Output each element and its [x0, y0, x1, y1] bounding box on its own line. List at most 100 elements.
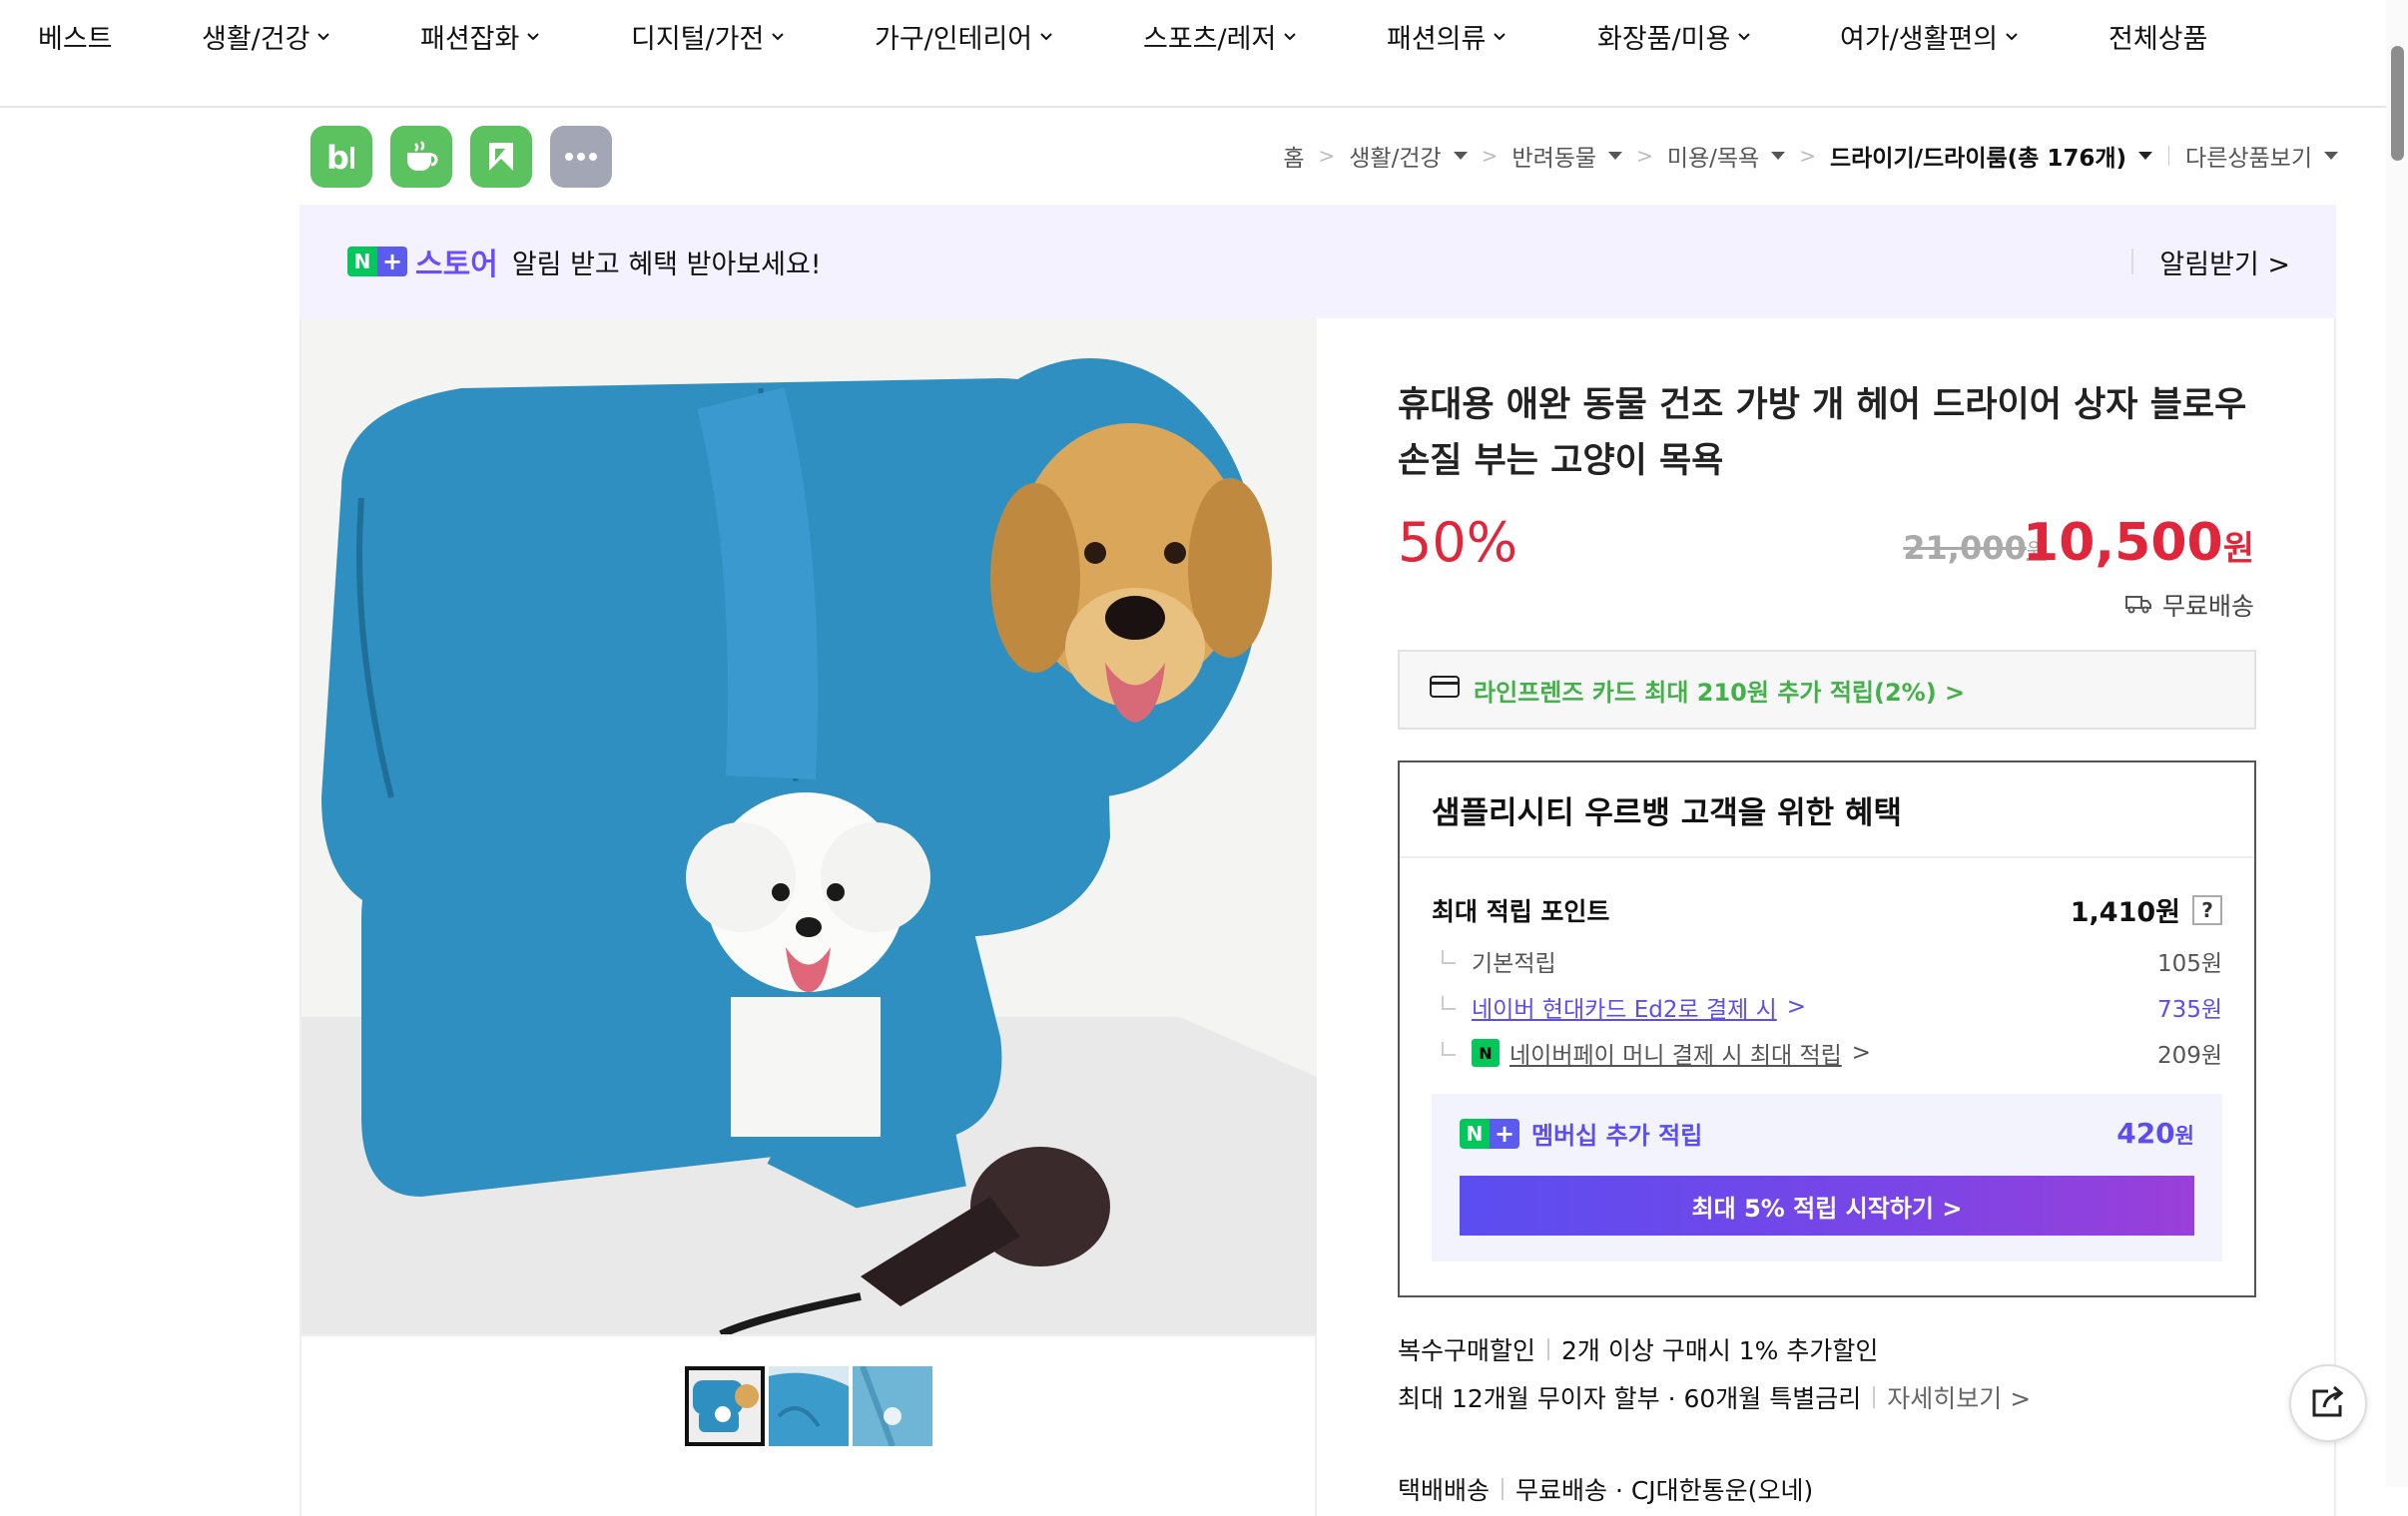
chevron-down-icon [2004, 28, 2020, 44]
crumb-separator: > [1318, 144, 1336, 168]
card-benefit-link[interactable]: 라인프렌즈 카드 최대 210원 추가 적립(2%) > [1398, 650, 2256, 730]
nplus-n: N [1460, 1118, 1490, 1149]
nplus-plus: + [1490, 1118, 1519, 1149]
nav-item-leisure[interactable]: 여가/생활편의 [1840, 14, 2020, 58]
nav-item-beauty[interactable]: 화장품/미용 [1597, 14, 1752, 58]
crumb-label: 생활/건강 [1349, 146, 1442, 172]
help-icon[interactable]: ? [2192, 894, 2222, 925]
installment-info: 최대 12개월 무이자 할부 · 60개월 특별금리 자세히보기 > [1398, 1379, 2031, 1415]
membership-unit: 원 [2174, 1124, 2194, 1148]
alarm-subscribe-button[interactable]: 알림받기 > [2131, 205, 2290, 318]
nav-label: 베스트 [38, 23, 113, 55]
crumb-divider [2168, 146, 2170, 166]
benefit-box: 샘플리시티 우르뱅 고객을 위한 혜택 최대 적립 포인트 1,410원? 기본… [1398, 760, 2256, 1297]
max-points-row: 최대 적립 포인트 1,410원? [1432, 890, 2222, 929]
alarm-subscribe-label: 알림받기 > [2159, 249, 2290, 280]
points-row-basic: 기본적립 105원 [1432, 944, 2222, 978]
other-products-button[interactable]: 다른상품보기 [2185, 139, 2338, 173]
blog-icon[interactable] [470, 126, 532, 188]
membership-box: N + 멤버십 추가 적립 420원 최대 5% 적립 시작하기 > [1432, 1094, 2222, 1262]
naverpay-icon: N [1472, 1039, 1500, 1067]
divider [1502, 1478, 1505, 1500]
tree-corner-icon [1442, 1042, 1456, 1056]
banner-text: 알림 받고 혜택 받아보세요! [511, 249, 822, 280]
product-title: 휴대용 애완 동물 건조 가방 개 헤어 드라이어 상자 블로우 손질 부는 고… [1398, 385, 2247, 481]
nav-label: 가구/인테리어 [875, 23, 1033, 55]
nplus-n: N [347, 247, 377, 276]
crumb-separator: > [1481, 144, 1499, 168]
crumb-separator: > [1636, 144, 1653, 168]
chevron-right-icon: > [1851, 1040, 1872, 1066]
crumb-separator: > [1799, 144, 1816, 168]
crumb-label: 반려동물 [1511, 146, 1597, 172]
points-row-value: 105원 [2156, 951, 2222, 977]
caret-down-icon [2324, 152, 2338, 160]
membership-value: 420원 [2116, 1117, 2194, 1150]
hyundai-card-link[interactable]: 네이버 현대카드 Ed2로 결제 시 [1472, 990, 1777, 1024]
cafe-icon[interactable] [390, 126, 452, 188]
sale-price-unit: 원 [2222, 529, 2254, 569]
breadcrumb-home[interactable]: 홈 [1283, 139, 1304, 173]
caret-down-icon [2138, 152, 2153, 160]
product-main-image[interactable] [301, 318, 1317, 1334]
membership-label: 멤버십 추가 적립 [1531, 1122, 1703, 1150]
caret-down-icon [1771, 152, 1786, 160]
chevron-down-icon [1282, 28, 1298, 44]
nav-label: 디지털/가전 [631, 23, 765, 55]
divider [1547, 1338, 1550, 1360]
svg-text:b: b [326, 139, 349, 175]
breadcrumb-dryer[interactable]: 드라이기/드라이룸(총 176개) [1830, 139, 2153, 173]
points-row-value: 209원 [2156, 1043, 2222, 1069]
nav-item-digital[interactable]: 디지털/가전 [631, 14, 786, 58]
max-points-value: 1,410원 [2070, 897, 2180, 928]
max-points-value-wrap: 1,410원? [2071, 890, 2222, 929]
thumbnail-2[interactable] [769, 1366, 849, 1446]
page-scrollbar[interactable] [2386, 0, 2408, 1487]
chevron-down-icon [1736, 28, 1752, 44]
breadcrumb-grooming[interactable]: 미용/목욕 [1666, 139, 1786, 173]
points-row-hyundai-card: 네이버 현대카드 Ed2로 결제 시 > 735원 [1432, 990, 2222, 1024]
nplus-plus: + [377, 247, 407, 276]
nav-label: 화장품/미용 [1597, 23, 1731, 55]
crumb-label: 다른상품보기 [2185, 146, 2312, 172]
breadcrumb: 홈 > 생활/건강 > 반려동물 > 미용/목욕 > 드라이기/드라이룸(총 1… [1283, 138, 2338, 174]
more-icon[interactable] [550, 126, 612, 188]
breadcrumb-pets[interactable]: 반려동물 [1511, 139, 1623, 173]
image-column [300, 318, 1317, 1516]
sale-price: 10,500원 [2023, 513, 2254, 573]
tree-corner-icon [1442, 950, 1456, 964]
delivery-truck-icon [2124, 591, 2152, 620]
nav-item-best[interactable]: 베스트 [38, 14, 113, 58]
chevron-down-icon [1038, 28, 1054, 44]
nav-item-life-health[interactable]: 생활/건강 [202, 14, 331, 58]
crumb-label: 홈 [1283, 146, 1305, 172]
thumbnail-1[interactable] [685, 1366, 765, 1446]
nav-item-furniture[interactable]: 가구/인테리어 [875, 14, 1054, 58]
nav-item-clothing[interactable]: 패션의류 [1387, 14, 1507, 58]
share-button[interactable] [2289, 1364, 2367, 1442]
nav-item-all-products[interactable]: 전체상품 [2108, 14, 2207, 58]
divider [1873, 1386, 1876, 1408]
thumbnail-3[interactable] [853, 1366, 932, 1446]
discount-rate: 50% [1398, 511, 1518, 574]
breadcrumb-life-health[interactable]: 생활/건강 [1349, 139, 1468, 173]
scrollbar-thumb[interactable] [2391, 46, 2404, 161]
benefit-title: 샘플리시티 우르뱅 고객을 위한 혜택 [1400, 762, 2254, 858]
tree-corner-icon [1442, 996, 1456, 1010]
crumb-label: 미용/목욕 [1666, 146, 1760, 172]
share-icon [2308, 1383, 2348, 1423]
chevron-down-icon [315, 28, 331, 44]
store-label: 스토어 [415, 248, 498, 282]
installment-details-link[interactable]: 자세히보기 > [1887, 1379, 2031, 1415]
nplus-badge: N + [1460, 1118, 1519, 1149]
nav-label: 생활/건강 [202, 23, 310, 55]
nav-item-fashion-goods[interactable]: 패션잡화 [420, 14, 541, 58]
membership-start-button[interactable]: 최대 5% 적립 시작하기 > [1460, 1176, 2194, 1236]
sale-price-value: 10,500 [2023, 513, 2223, 573]
points-row-label: 기본적립 [1472, 951, 1556, 977]
nav-item-sports[interactable]: 스포츠/레저 [1143, 14, 1298, 58]
caret-down-icon [1453, 152, 1468, 160]
band-icon[interactable]: b [310, 126, 372, 188]
caret-down-icon [1608, 152, 1623, 160]
naverpay-link[interactable]: 네이버페이 머니 결제 시 최대 적립 [1509, 1036, 1842, 1070]
